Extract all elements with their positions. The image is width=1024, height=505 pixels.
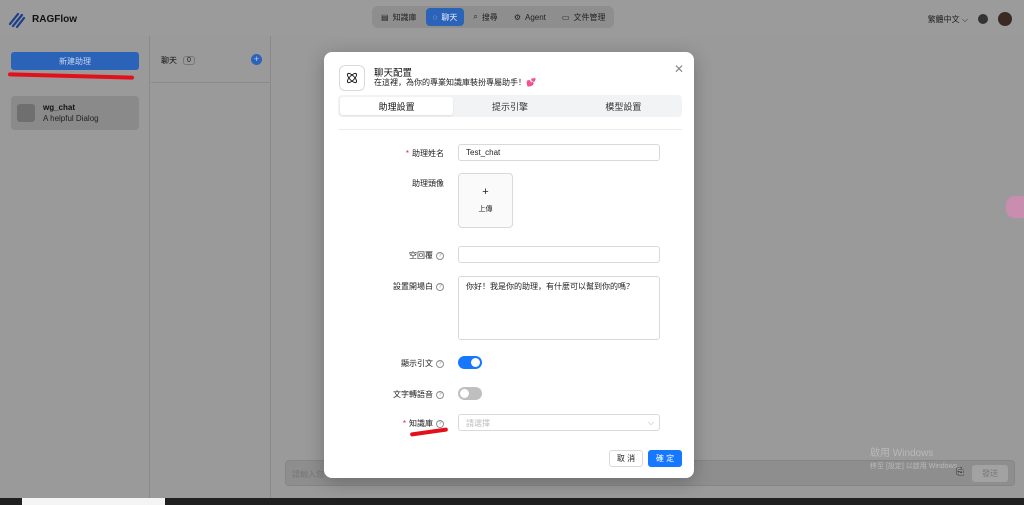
chat-config-modal: 聊天配置 在這裡，為你的專業知識庫裝扮專屬助手！💕 ✕ 助理設置 提示引擎 模型… bbox=[324, 52, 694, 478]
assistant-name: wg_chat bbox=[43, 103, 76, 112]
nav-file-management[interactable]: ▭ 文件管理 bbox=[555, 8, 613, 26]
opener-label: 設置開場白? bbox=[324, 281, 444, 292]
chevron-down-icon: ⌵ bbox=[647, 418, 654, 427]
search-icon: ⌕ bbox=[473, 12, 478, 21]
top-right-controls: 繁體中文 ⌵ bbox=[928, 12, 1012, 26]
conversation-title: 聊天 bbox=[161, 56, 177, 65]
help-icon[interactable]: ? bbox=[436, 359, 444, 368]
send-button[interactable]: 發送 bbox=[972, 465, 1008, 482]
label-text: 設置開場白 bbox=[393, 282, 433, 291]
chat-input-placeholder: 請輸入您 bbox=[292, 470, 324, 479]
windows-activation-watermark: 啟用 Windows 移至 [設定] 以啟用 Windows。 bbox=[870, 447, 964, 473]
conversation-count: 0 bbox=[183, 56, 195, 65]
taskbar-search[interactable] bbox=[22, 498, 165, 505]
app-name: RAGFlow bbox=[32, 13, 77, 25]
close-icon[interactable]: ✕ bbox=[674, 62, 684, 76]
empty-reply-input[interactable] bbox=[458, 246, 660, 263]
assistant-sidebar: 新建助理 wg_chat A helpful Dialog bbox=[0, 36, 150, 498]
assistant-thumbnail bbox=[17, 104, 35, 122]
label-text: 文字轉語音 bbox=[393, 390, 433, 399]
tab-prompt-engine[interactable]: 提示引擎 bbox=[453, 97, 566, 115]
confirm-button[interactable]: 確 定 bbox=[648, 450, 682, 467]
empty-reply-label: 空回覆? bbox=[324, 250, 444, 261]
modal-subtitle: 在這裡，為你的專業知識庫裝扮專屬助手！💕 bbox=[374, 78, 536, 87]
upload-label: 上傳 bbox=[478, 206, 493, 213]
required-marker: * bbox=[405, 149, 409, 158]
toggle-knob bbox=[460, 389, 469, 398]
tab-assistant-settings[interactable]: 助理設置 bbox=[340, 97, 454, 115]
taskbar bbox=[0, 498, 1024, 505]
agent-icon: ⚙ bbox=[513, 12, 521, 22]
conversation-header: 聊天 0 bbox=[161, 55, 195, 66]
chevron-down-icon: ⌵ bbox=[961, 14, 968, 24]
nav-label: Agent bbox=[524, 12, 546, 22]
knowledge-base-label: * 知識庫? bbox=[324, 418, 444, 429]
help-icon[interactable]: ? bbox=[436, 251, 444, 260]
chat-config-icon bbox=[339, 65, 365, 91]
chat-icon: ◌ bbox=[432, 12, 438, 22]
tts-label: 文字轉語音? bbox=[324, 389, 444, 400]
conversation-list: 聊天 0 + bbox=[151, 36, 271, 498]
tts-toggle[interactable] bbox=[458, 387, 482, 400]
help-icon[interactable]: ? bbox=[436, 282, 444, 291]
nav-label: 聊天 bbox=[441, 12, 458, 22]
required-marker: * bbox=[402, 419, 406, 428]
label-text: 助理姓名 bbox=[412, 149, 444, 158]
watermark-line1: 啟用 Windows bbox=[870, 448, 934, 459]
logo[interactable]: RAGFlow bbox=[8, 10, 77, 28]
floating-helper-button[interactable] bbox=[1006, 196, 1024, 218]
tab-model-settings[interactable]: 模型設置 bbox=[567, 97, 680, 115]
nav-search[interactable]: ⌕ 搜尋 bbox=[466, 8, 504, 26]
assistant-description: A helpful Dialog bbox=[43, 114, 99, 123]
language-label: 繁體中文 bbox=[927, 14, 960, 24]
database-icon: ▤ bbox=[381, 12, 389, 22]
nav-chat[interactable]: ◌ 聊天 bbox=[425, 8, 465, 26]
plus-icon: + bbox=[482, 186, 489, 198]
help-icon[interactable]: ? bbox=[436, 419, 444, 428]
add-conversation-icon[interactable]: + bbox=[251, 54, 262, 65]
main-nav: ▤ 知識庫 ◌ 聊天 ⌕ 搜尋 ⚙ Agent ▭ 文件管理 bbox=[372, 6, 615, 28]
show-quote-toggle[interactable] bbox=[458, 356, 482, 369]
label-text: 顯示引文 bbox=[401, 359, 433, 368]
nav-label: 搜尋 bbox=[481, 12, 498, 22]
assistant-avatar-label: 助理頭像 bbox=[412, 179, 444, 188]
label-text: 空回覆 bbox=[409, 251, 433, 260]
ragflow-logo-icon bbox=[8, 12, 26, 28]
top-bar: RAGFlow ▤ 知識庫 ◌ 聊天 ⌕ 搜尋 ⚙ Agent ▭ 文件管理 繁… bbox=[0, 0, 1024, 36]
show-quote-label: 顯示引文? bbox=[324, 358, 444, 369]
atom-icon bbox=[346, 72, 358, 84]
watermark-line2: 移至 [設定] 以啟用 Windows。 bbox=[870, 463, 965, 470]
nav-label: 知識庫 bbox=[392, 12, 417, 22]
label-text: 知識庫 bbox=[409, 419, 433, 428]
config-tabs: 助理設置 提示引擎 模型設置 bbox=[338, 95, 682, 117]
language-select[interactable]: 繁體中文 ⌵ bbox=[928, 14, 968, 25]
divider bbox=[338, 129, 682, 130]
select-placeholder: 請選擇 bbox=[466, 419, 490, 428]
toggle-knob bbox=[471, 358, 480, 367]
help-icon[interactable]: ? bbox=[436, 390, 444, 399]
opener-textarea[interactable]: 你好！我是你的助理，有什麼可以幫到你的嗎？ bbox=[458, 276, 660, 340]
assistant-name-label: * 助理姓名 bbox=[324, 148, 444, 159]
nav-label: 文件管理 bbox=[573, 12, 606, 22]
avatar-upload[interactable]: + 上傳 bbox=[458, 173, 513, 228]
divider bbox=[151, 82, 271, 83]
knowledge-base-select[interactable]: 請選擇 ⌵ bbox=[458, 414, 660, 431]
new-assistant-button[interactable]: 新建助理 bbox=[11, 52, 139, 70]
assistant-name-input[interactable]: Test_chat bbox=[458, 144, 660, 161]
github-icon[interactable] bbox=[978, 14, 988, 24]
user-avatar[interactable] bbox=[998, 12, 1012, 26]
red-annotation-underline bbox=[7, 72, 135, 80]
cancel-button[interactable]: 取 消 bbox=[609, 450, 643, 467]
nav-knowledge-base[interactable]: ▤ 知識庫 bbox=[374, 8, 424, 26]
folder-icon: ▭ bbox=[561, 12, 570, 22]
nav-agent[interactable]: ⚙ Agent bbox=[507, 8, 553, 26]
assistant-card[interactable]: wg_chat A helpful Dialog bbox=[11, 96, 139, 130]
